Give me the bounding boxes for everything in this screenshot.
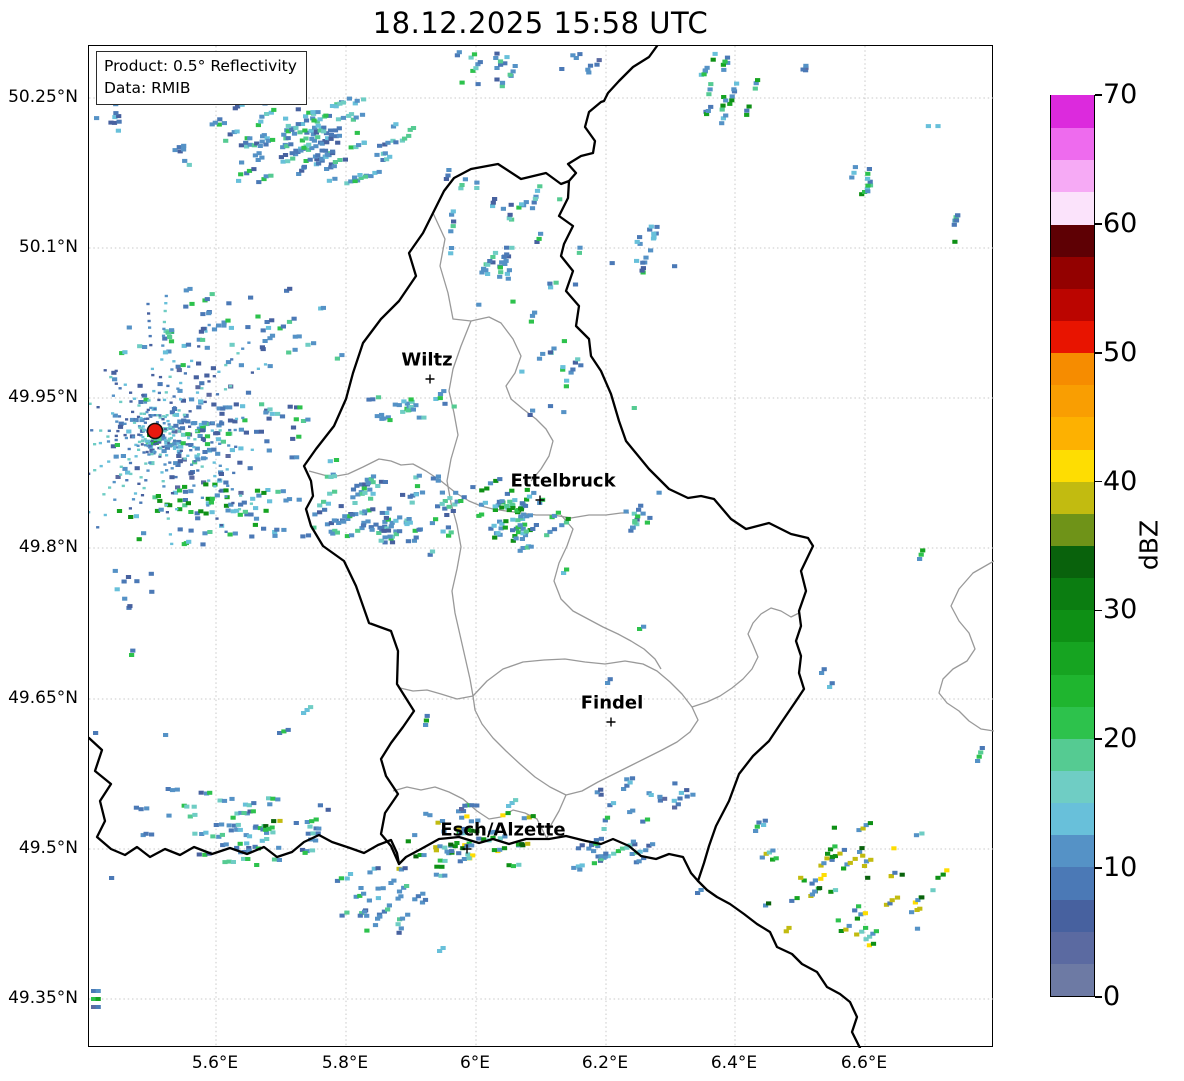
colorbar-tick-label: 20: [1103, 723, 1138, 755]
colorbar: [1050, 95, 1095, 997]
colorbar-segment: [1051, 770, 1094, 804]
x-tick-label: 6.2°E: [581, 1053, 629, 1073]
colorbar-tick-label: 30: [1103, 594, 1138, 626]
colorbar-segment: [1051, 159, 1094, 193]
district-borders: [308, 212, 994, 840]
colorbar-segment: [1051, 224, 1094, 257]
x-tick-label: 5.6°E: [191, 1053, 239, 1073]
x-tick-label: 6°E: [459, 1053, 491, 1073]
x-tick-label: 6.4°E: [710, 1053, 758, 1073]
colorbar-segment: [1051, 577, 1094, 611]
colorbar-tick-label: 0: [1103, 980, 1121, 1012]
city-marker: [535, 495, 545, 505]
colorbar-segment: [1051, 641, 1094, 675]
colorbar-tickmark: [1095, 94, 1102, 96]
reflectivity-cells: [89, 50, 985, 1009]
city-marker: [606, 717, 616, 727]
product-info-line2: Data: RMIB: [104, 79, 191, 97]
colorbar-segment: [1051, 191, 1094, 225]
radar-map: [88, 45, 994, 1048]
colorbar-segment: [1051, 416, 1094, 450]
city-label-esch-alzette: Esch/Alzette: [440, 819, 566, 841]
map-overlays: [146, 374, 616, 854]
country-borders: [89, 46, 862, 1048]
district-border: [691, 607, 800, 708]
y-tick-label: 49.5°N: [18, 838, 78, 858]
colorbar-segment: [1051, 963, 1094, 996]
colorbar-segment: [1051, 899, 1094, 932]
colorbar-tick-label: 40: [1103, 465, 1138, 497]
colorbar-segment: [1051, 384, 1094, 418]
product-info-box: Product: 0.5° Reflectivity Data: RMIB: [96, 51, 307, 105]
y-tick-label: 49.65°N: [8, 688, 78, 708]
product-info-line1: Product: 0.5° Reflectivity: [104, 57, 297, 75]
colorbar-tick-label: 50: [1103, 336, 1138, 368]
city-marker: [425, 374, 435, 384]
colorbar-segment: [1051, 738, 1094, 771]
colorbar-segment: [1051, 320, 1094, 354]
colorbar-tick-label: 10: [1103, 852, 1138, 884]
radar-map-canvas: [89, 46, 994, 1048]
country-border: [89, 736, 401, 866]
city-label-wiltz: Wiltz: [401, 349, 453, 371]
colorbar-tickmark: [1095, 867, 1102, 869]
colorbar-segment: [1051, 834, 1094, 868]
colorbar-segment: [1051, 545, 1094, 579]
colorbar-tickmark: [1095, 738, 1102, 741]
colorbar-segment: [1051, 706, 1094, 739]
colorbar-segment: [1051, 609, 1094, 643]
colorbar-segment: [1051, 674, 1094, 707]
colorbar-tickmark: [1095, 351, 1102, 354]
country-border: [696, 879, 862, 1048]
x-tick-label: 5.8°E: [321, 1053, 369, 1073]
y-tick-label: 49.95°N: [8, 387, 78, 407]
colorbar-segment: [1051, 288, 1094, 321]
colorbar-segment: [1051, 95, 1094, 129]
district-border: [399, 687, 474, 700]
radar-site-marker: [146, 422, 164, 440]
map-title: 18.12.2025 15:58 UTC: [372, 6, 709, 40]
x-tick-label: 6.6°E: [840, 1053, 888, 1073]
colorbar-tickmark: [1095, 609, 1102, 612]
gridlines: [89, 46, 994, 1048]
colorbar-segment: [1051, 513, 1094, 546]
district-border: [938, 560, 994, 732]
colorbar-segment: [1051, 256, 1094, 289]
y-tick-label: 50.25°N: [8, 87, 78, 107]
colorbar-axis-label: dBZ: [1134, 519, 1164, 571]
colorbar-segment: [1051, 802, 1094, 836]
colorbar-tickmark: [1095, 996, 1102, 998]
district-border: [553, 514, 662, 670]
y-tick-label: 49.8°N: [18, 537, 78, 557]
y-tick-label: 50.1°N: [18, 237, 78, 257]
colorbar-tick-label: 60: [1103, 207, 1138, 239]
colorbar-tickmark: [1095, 223, 1102, 225]
colorbar-segment: [1051, 931, 1094, 964]
colorbar-segment: [1051, 481, 1094, 514]
colorbar-segment: [1051, 866, 1094, 900]
district-border: [472, 658, 699, 796]
country-border: [566, 46, 659, 183]
colorbar-tick-label: 70: [1103, 78, 1138, 110]
city-label-findel: Findel: [580, 692, 644, 714]
colorbar-tickmark: [1095, 480, 1102, 483]
y-tick-label: 49.35°N: [8, 988, 78, 1008]
colorbar-segment: [1051, 449, 1094, 482]
colorbar-segment: [1051, 127, 1094, 161]
city-label-ettelbruck: Ettelbruck: [510, 470, 616, 492]
country-border: [302, 162, 815, 883]
colorbar-segment: [1051, 352, 1094, 386]
